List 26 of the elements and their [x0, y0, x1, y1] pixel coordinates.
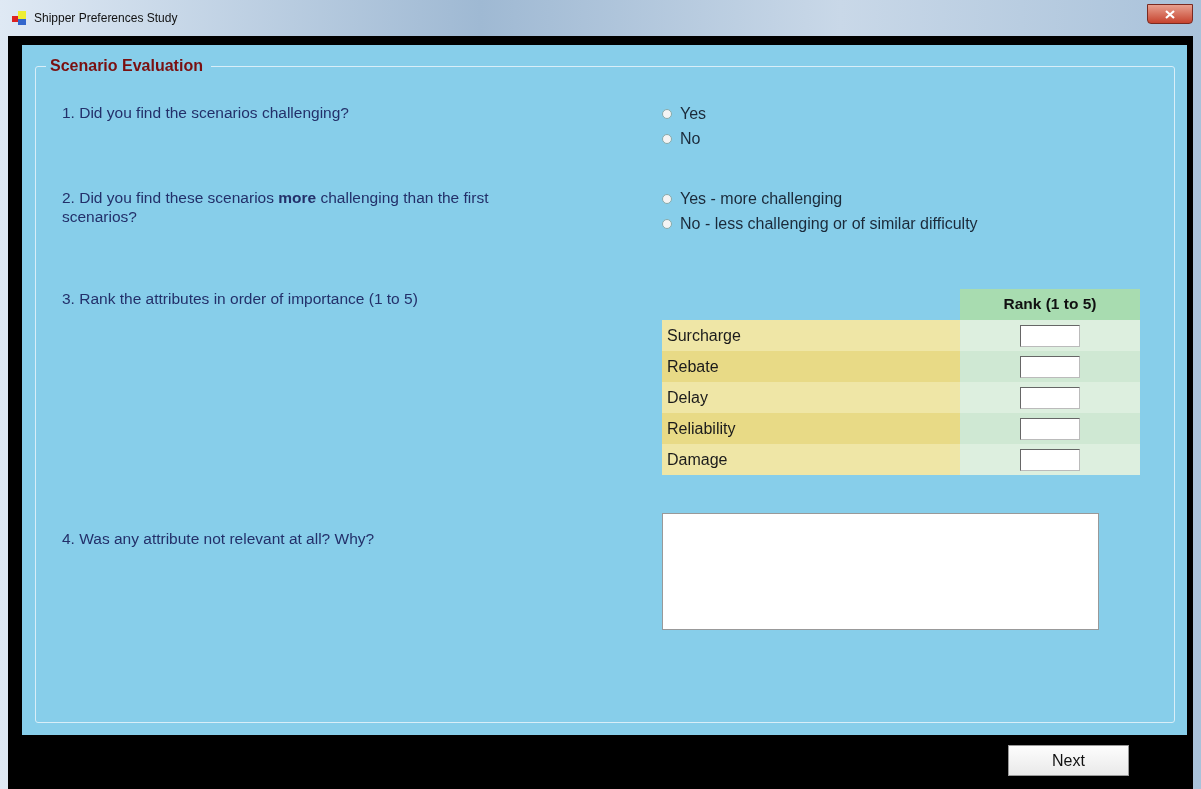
- radio-option[interactable]: No - less challenging or of similar difficulty: [662, 215, 1174, 233]
- attribute-label: Delay: [662, 382, 960, 413]
- close-button[interactable]: [1147, 4, 1193, 24]
- answer-box[interactable]: [662, 513, 1099, 630]
- attribute-label: Damage: [662, 444, 960, 475]
- app-icon: [12, 11, 28, 25]
- radio-option[interactable]: Yes: [662, 105, 1174, 123]
- rank-input[interactable]: [1020, 324, 1080, 347]
- question-text: 2. Did you find these scenarios more challenging than the first scenarios?: [62, 188, 490, 227]
- close-icon: [1165, 9, 1175, 19]
- rank-input[interactable]: [1020, 448, 1080, 471]
- radio-option[interactable]: No: [662, 130, 1174, 148]
- question-text: 1. Did you find the scenarios challenging?: [62, 103, 350, 123]
- radio-option[interactable]: Yes - more challenging: [662, 190, 1174, 208]
- question-text: 3. Rank the attributes in order of importance (1 to 5): [62, 289, 419, 309]
- attribute-label: Surcharge: [662, 320, 960, 351]
- next-button[interactable]: Next: [1008, 745, 1129, 776]
- column-header: Rank (1 to 5): [960, 289, 1140, 320]
- section-title: Scenario Evaluation: [49, 57, 204, 75]
- attribute-label: Rebate: [662, 351, 960, 382]
- window-title: Shipper Preferences Study: [34, 11, 178, 25]
- attribute-label: Reliability: [662, 413, 960, 444]
- rank-input[interactable]: [1020, 355, 1080, 378]
- question-text: 4. Was any attribute not relevant at all? Why?: [62, 529, 376, 549]
- rank-input[interactable]: [1020, 417, 1080, 440]
- rank-input[interactable]: [1020, 386, 1080, 409]
